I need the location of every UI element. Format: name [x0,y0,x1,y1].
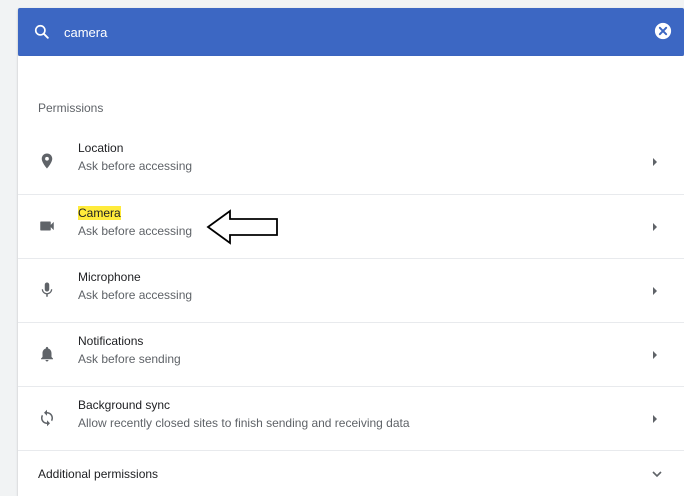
arrow-right-icon [653,415,657,423]
row-subtitle: Ask before accessing [78,224,193,238]
sync-icon [41,409,53,427]
additional-permissions-toggle[interactable]: Additional permissions [18,450,684,496]
row-subtitle: Allow recently closed sites to finish se… [78,416,410,430]
clear-search-icon[interactable] [654,22,672,40]
row-subtitle: Ask before sending [78,352,181,366]
row-subtitle: Ask before accessing [78,288,193,302]
location-pin-icon [41,153,53,169]
search-input[interactable] [64,20,624,44]
row-title: Notifications [78,334,144,348]
permission-row-microphone[interactable]: Microphone Ask before accessing [18,258,684,322]
arrow-right-icon [653,351,657,359]
row-subtitle: Ask before accessing [78,159,193,173]
section-title: Permissions [38,101,104,115]
permission-row-background-sync[interactable]: Background sync Allow recently closed si… [18,386,684,450]
settings-page: Permissions Location Ask before accessin… [0,0,684,496]
search-bar [18,8,684,56]
row-title: Location [78,141,124,155]
chevron-down-icon [652,471,662,478]
arrow-right-icon [653,223,657,231]
videocam-icon [40,221,54,231]
arrow-right-icon [653,287,657,295]
microphone-icon [41,282,53,297]
bell-icon [41,346,53,362]
row-title: Microphone [78,270,141,284]
annotation-arrow-icon [206,209,278,245]
row-title: Background sync [78,398,171,412]
permission-row-notifications[interactable]: Notifications Ask before sending [18,322,684,386]
permission-row-camera[interactable]: Camera Ask before accessing [18,194,684,258]
permissions-card: Permissions Location Ask before accessin… [18,56,684,496]
additional-permissions-label: Additional permissions [38,467,159,481]
arrow-right-icon [653,158,657,166]
permission-row-location[interactable]: Location Ask before accessing [18,130,684,194]
search-icon [34,24,49,39]
row-title: Camera [78,206,121,220]
